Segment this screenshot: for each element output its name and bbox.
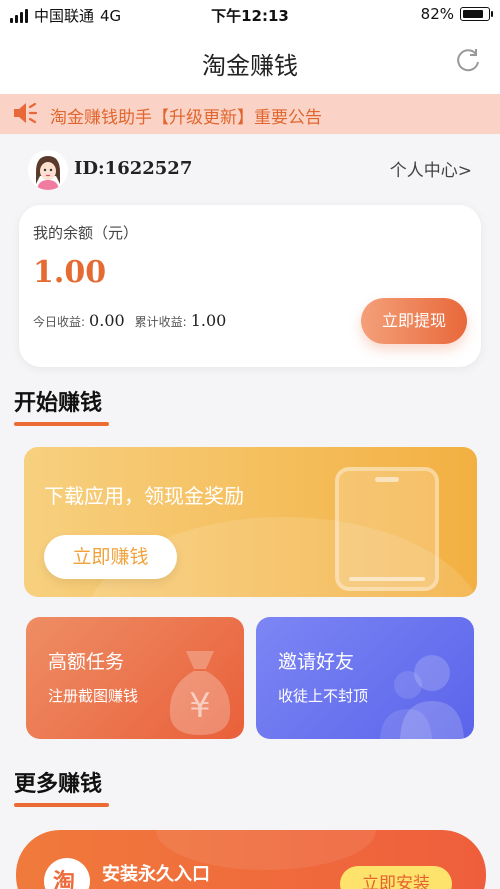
card-title: 高额任务 — [48, 651, 125, 673]
high-reward-task-card[interactable]: ¥ 高额任务 注册截图赚钱 — [26, 617, 244, 739]
personal-center-link[interactable]: 个人中心> — [390, 156, 472, 181]
user-id: ID:1622527 — [74, 158, 193, 179]
nav-bar: 淘金赚钱 — [0, 30, 500, 94]
user-row: ID:1622527 个人中心> — [0, 134, 500, 200]
avatar[interactable] — [28, 150, 68, 190]
svg-text:¥: ¥ — [189, 686, 211, 726]
notice-text[interactable]: 淘金赚钱助手【升级更新】重要公告 — [50, 103, 322, 128]
phone-illustration-icon — [335, 467, 439, 591]
install-button[interactable]: 立即安装 — [340, 866, 452, 889]
total-income-value: 1.00 — [190, 311, 227, 330]
battery-percent: 82% — [420, 5, 454, 23]
start-earning-button[interactable]: 立即赚钱 — [44, 535, 177, 579]
install-title: 安装永久入口 — [102, 864, 210, 885]
card-subtitle: 注册截图赚钱 — [48, 687, 139, 705]
notice-bar[interactable]: 淘金赚钱助手【升级更新】重要公告 — [0, 94, 500, 134]
status-right: 82% — [420, 5, 493, 23]
withdraw-button[interactable]: 立即提现 — [361, 298, 467, 344]
moneybag-icon: ¥ — [169, 651, 231, 735]
status-bar: 中国联通 4G 下午12:13 82% — [0, 0, 500, 30]
balance-card: 我的余额（元） 1.00 今日收益: 0.00 累计收益: 1.00 立即提现 — [19, 205, 481, 367]
income-summary: 今日收益: 0.00 累计收益: 1.00 — [33, 311, 232, 330]
page-title: 淘金赚钱 — [202, 52, 298, 80]
total-income-label: 累计收益: — [134, 315, 187, 329]
banner-title: 下载应用，领现金奖励 — [44, 484, 244, 508]
invite-friends-card[interactable]: 邀请好友 收徒上不封顶 — [256, 617, 474, 739]
tao-logo-icon: 淘 — [44, 858, 90, 889]
earn-banner[interactable]: 下载应用，领现金奖励 立即赚钱 — [24, 447, 477, 597]
refresh-icon[interactable] — [454, 46, 482, 74]
section-title-start: 开始赚钱 — [14, 391, 103, 416]
battery-icon — [460, 7, 493, 21]
card-subtitle: 收徒上不封顶 — [278, 687, 369, 705]
card-title: 邀请好友 — [278, 651, 355, 673]
balance-label: 我的余额（元） — [33, 224, 139, 242]
section-underline — [14, 803, 109, 807]
section-underline — [14, 422, 109, 426]
balance-amount: 1.00 — [33, 255, 107, 290]
today-income-label: 今日收益: — [33, 315, 86, 329]
today-income-value: 0.00 — [89, 311, 125, 330]
speaker-icon — [14, 102, 38, 124]
tao-logo-char: 淘 — [53, 870, 76, 889]
section-title-more: 更多赚钱 — [14, 772, 103, 797]
users-icon — [380, 655, 464, 739]
install-entry-card[interactable]: 淘 安装永久入口 立即安装 — [16, 830, 486, 889]
